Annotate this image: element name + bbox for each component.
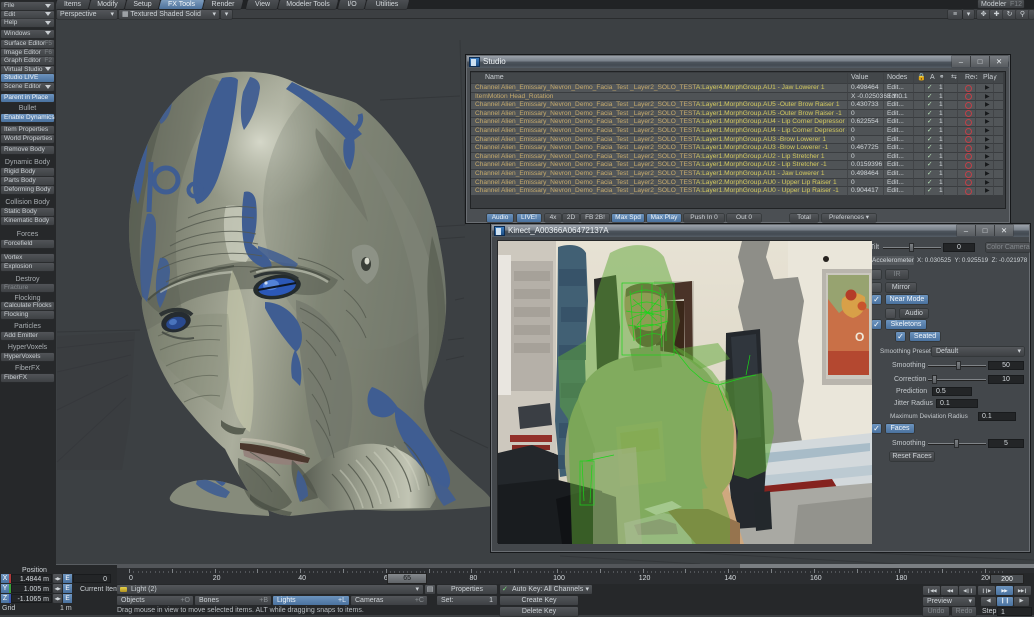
svg-text:O: O	[855, 330, 864, 344]
